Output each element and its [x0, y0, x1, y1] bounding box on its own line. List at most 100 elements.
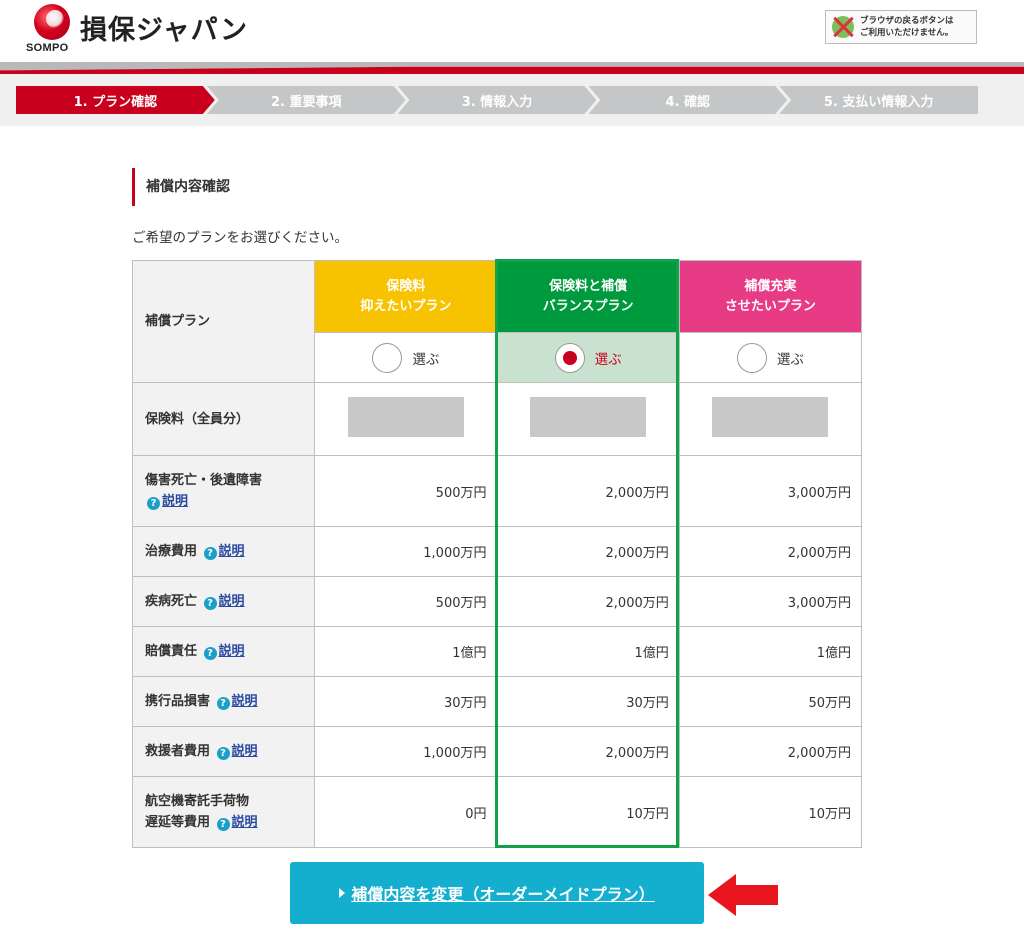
- radio-balance[interactable]: [554, 342, 585, 373]
- help-icon[interactable]: ?: [216, 818, 230, 831]
- plan-row-label: 補償プラン: [131, 260, 316, 383]
- coverage-value: 1億円: [678, 626, 863, 677]
- coverage-value: 10万円: [678, 776, 863, 848]
- triangle-right-icon: [339, 888, 346, 898]
- page-header: SOMPO 損保ジャパン ブラウザの戻るボタンは ご利用いただけません。: [0, 0, 1024, 64]
- coverage-label: 疾病死亡: [145, 594, 198, 609]
- brand-name: 損保ジャパン: [80, 15, 248, 46]
- coverage-value: 2,000万円: [496, 526, 680, 577]
- explain-link[interactable]: 説明: [219, 594, 245, 609]
- coverage-value: 3,000万円: [678, 576, 863, 627]
- explain-link[interactable]: 説明: [232, 694, 258, 709]
- plan-header-line1: 保険料: [386, 278, 426, 294]
- progress-steps: 1. プラン確認 2. 重要事項 3. 情報入力 4. 確認 5. 支払い情報入…: [16, 86, 978, 114]
- coverage-value: 3,000万円: [678, 455, 863, 527]
- table-row: 救援者費用 ? 説明 1,000万円 2,000万円 2,000万円: [131, 726, 863, 777]
- coverage-label: 携行品損害: [145, 694, 211, 709]
- coverage-label: 治療費用: [145, 544, 198, 559]
- table-row: 賠償責任 ? 説明 1億円 1億円 1億円: [131, 626, 863, 677]
- plan-header-line1: 補償充実: [744, 278, 797, 294]
- table-row: 疾病死亡 ? 説明 500万円 2,000万円 3,000万円: [131, 576, 863, 627]
- plan-header-line2: バランスプラン: [542, 298, 634, 314]
- coverage-value: 2,000万円: [496, 455, 680, 527]
- coverage-value: 2,000万円: [678, 726, 863, 777]
- coverage-value: 1,000万円: [314, 726, 498, 777]
- radio-label: 選ぶ: [594, 351, 622, 368]
- plan-header-line1: 保険料と補償: [549, 278, 628, 294]
- help-icon[interactable]: ?: [216, 747, 230, 760]
- header-divider: [0, 62, 1024, 74]
- select-economy-plan[interactable]: 選ぶ: [314, 332, 498, 383]
- step-important-notes: 2. 重要事項: [207, 86, 406, 114]
- coverage-value: 30万円: [314, 676, 498, 727]
- explain-link[interactable]: 説明: [219, 644, 245, 659]
- logo-text: SOMPO: [26, 42, 69, 54]
- coverage-value: 1,000万円: [314, 526, 498, 577]
- radio-label: 選ぶ: [412, 351, 440, 368]
- fee-placeholder: [712, 397, 829, 437]
- plan-header-premium: 補償充実 させたいプラン: [678, 260, 863, 333]
- coverage-value: 1億円: [314, 626, 498, 677]
- explain-link[interactable]: 説明: [232, 815, 258, 830]
- notice-line-2: ご利用いただけません。: [860, 28, 954, 38]
- coverage-label-line2: 遅延等費用: [145, 815, 211, 830]
- section-title: 補償内容確認: [132, 168, 230, 206]
- help-icon[interactable]: ?: [203, 547, 217, 560]
- radio-economy[interactable]: [372, 342, 403, 373]
- plan-header-economy: 保険料 抑えたいプラン: [314, 260, 498, 333]
- plan-header-line2: させたいプラン: [724, 298, 816, 314]
- coverage-value: 30万円: [496, 676, 680, 727]
- table-row: 治療費用 ? 説明 1,000万円 2,000万円 2,000万円: [131, 526, 863, 577]
- notice-line-1: ブラウザの戻るボタンは: [860, 16, 954, 26]
- select-balance-plan[interactable]: 選ぶ: [496, 332, 680, 383]
- coverage-value: 1億円: [496, 626, 680, 677]
- plan-comparison-table: 補償プラン 保険料 抑えたいプラン 保険料と補償 バランスプラン 補償充実 させ…: [131, 260, 863, 848]
- sompo-logo-mark-icon: [34, 4, 70, 40]
- fee-row-label: 保険料（全員分）: [131, 382, 316, 456]
- fee-placeholder: [530, 397, 647, 437]
- coverage-value: 2,000万円: [678, 526, 863, 577]
- no-back-icon: [832, 16, 854, 38]
- coverage-value: 500万円: [314, 455, 498, 527]
- coverage-label: 救援者費用: [145, 744, 211, 759]
- coverage-label: 賠償責任: [145, 644, 198, 659]
- table-row: 傷害死亡・後遺障害 ? 説明 500万円 2,000万円 3,000万円: [131, 455, 863, 527]
- lead-text: ご希望のプランをお選びください。: [132, 230, 348, 246]
- step-payment-info: 5. 支払い情報入力: [779, 86, 978, 114]
- back-button-notice: ブラウザの戻るボタンは ご利用いただけません。: [825, 10, 977, 44]
- fee-placeholder: [347, 397, 464, 437]
- help-icon[interactable]: ?: [203, 647, 217, 660]
- coverage-label: 航空機寄託手荷物: [145, 794, 250, 809]
- pointer-arrow-icon: [708, 874, 778, 916]
- step-confirm: 4. 確認: [588, 86, 787, 114]
- coverage-label: 傷害死亡・後遺障害: [145, 473, 263, 488]
- help-icon[interactable]: ?: [216, 697, 230, 710]
- radio-label: 選ぶ: [776, 351, 804, 368]
- coverage-value: 50万円: [678, 676, 863, 727]
- table-row: 航空機寄託手荷物 遅延等費用 ? 説明 0円 10万円 10万円: [131, 776, 863, 848]
- change-coverage-button[interactable]: 補償内容を変更（オーダーメイドプラン）: [290, 862, 704, 924]
- coverage-value: 2,000万円: [496, 726, 680, 777]
- coverage-value: 500万円: [314, 576, 498, 627]
- radio-premium[interactable]: [736, 342, 767, 373]
- coverage-value: 2,000万円: [496, 576, 680, 627]
- explain-link[interactable]: 説明: [232, 744, 258, 759]
- help-icon[interactable]: ?: [203, 597, 217, 610]
- select-premium-plan[interactable]: 選ぶ: [678, 332, 863, 383]
- coverage-value: 0円: [314, 776, 498, 848]
- step-info-input: 3. 情報入力: [398, 86, 597, 114]
- table-row: 携行品損害 ? 説明 30万円 30万円 50万円: [131, 676, 863, 727]
- help-icon[interactable]: ?: [147, 497, 160, 510]
- plan-header-line2: 抑えたいプラン: [360, 298, 452, 314]
- coverage-value: 10万円: [496, 776, 680, 848]
- plan-header-balance: 保険料と補償 バランスプラン: [496, 260, 680, 333]
- fee-premium: [678, 382, 863, 456]
- notice-text: ブラウザの戻るボタンは ご利用いただけません。: [860, 15, 954, 39]
- explain-link[interactable]: 説明: [162, 494, 188, 509]
- fee-balance: [496, 382, 680, 456]
- step-plan-confirm: 1. プラン確認: [16, 86, 215, 114]
- explain-link[interactable]: 説明: [219, 544, 245, 559]
- sompo-logo[interactable]: SOMPO: [26, 4, 76, 56]
- fee-economy: [314, 382, 498, 456]
- change-coverage-label: 補償内容を変更（オーダーメイドプラン）: [351, 885, 655, 904]
